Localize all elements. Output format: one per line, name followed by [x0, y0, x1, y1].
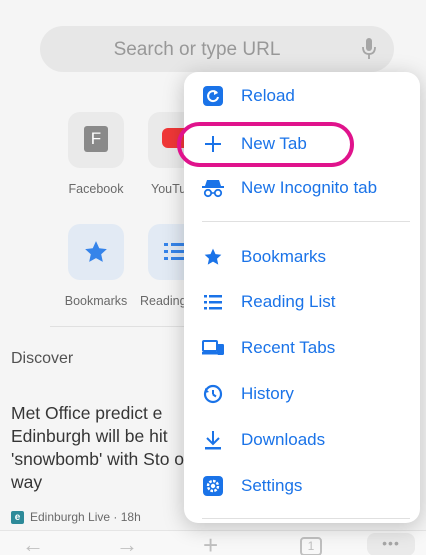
menu-item-history[interactable]: History: [184, 372, 420, 416]
menu-label: New Incognito tab: [241, 178, 378, 197]
menu-item-settings[interactable]: Settings: [184, 464, 420, 508]
reading-list-icon: [202, 291, 224, 313]
menu-label: Recent Tabs: [241, 338, 336, 357]
menu-label: History: [241, 384, 294, 403]
devices-icon: [202, 337, 224, 359]
download-icon: [202, 429, 224, 451]
menu-label: Settings: [241, 476, 303, 495]
menu-label: Downloads: [241, 430, 326, 449]
new-tab-highlight-annotation: [177, 122, 354, 167]
star-icon: [202, 246, 224, 268]
menu-item-reload[interactable]: Reload: [184, 74, 420, 118]
menu-item-reading-list[interactable]: Reading List: [184, 280, 420, 324]
menu-label: Bookmarks: [241, 247, 327, 266]
gear-icon: [202, 475, 224, 497]
menu-item-recent-tabs[interactable]: Recent Tabs: [184, 326, 420, 370]
menu-item-bookmarks[interactable]: Bookmarks: [184, 235, 420, 279]
menu-item-new-incognito-tab[interactable]: New Incognito tab: [184, 166, 420, 210]
history-icon: [202, 383, 224, 405]
menu-item-downloads[interactable]: Downloads: [184, 418, 420, 462]
reload-icon: [202, 85, 224, 107]
menu-label: Reload: [241, 86, 295, 105]
menu-separator: [202, 518, 410, 519]
menu-label: Reading List: [241, 292, 336, 311]
menu-separator: [202, 221, 410, 222]
incognito-icon: [202, 177, 224, 199]
